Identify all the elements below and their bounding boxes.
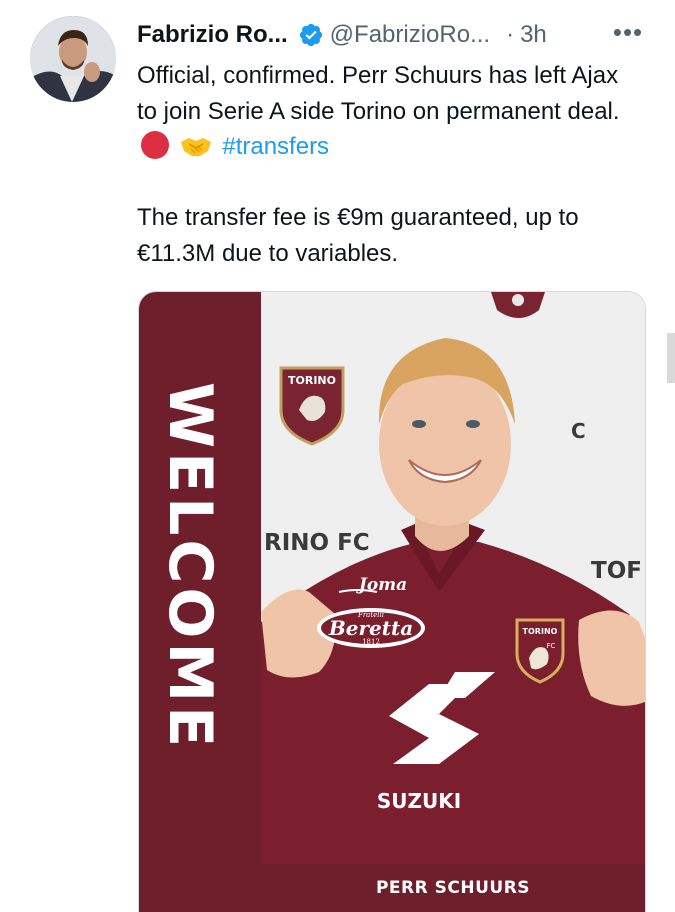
hashtag-link[interactable]: #transfers bbox=[222, 133, 329, 160]
author-name[interactable]: Fabrizio Ro... bbox=[137, 21, 288, 49]
crest-shirt-fc: FC bbox=[547, 642, 556, 650]
tweet-paragraph-2: The transfer fee is €9m guaranteed, up t… bbox=[137, 204, 579, 267]
welcome-text: WELCOME bbox=[155, 382, 225, 752]
sponsor-small-bottom: 1812 bbox=[362, 638, 380, 646]
background-wall-text-4: C bbox=[571, 419, 586, 443]
tweet-text: Official, confirmed. Perr Schuurs has le… bbox=[137, 58, 642, 271]
tweet-header: Fabrizio Ro... @FabrizioRo... · 3h bbox=[137, 18, 647, 52]
background-wall-text-1: RINO FC bbox=[264, 530, 370, 556]
player-name-caption: PERR SCHUURS bbox=[375, 878, 531, 898]
tweet-timestamp[interactable]: 3h bbox=[520, 21, 547, 49]
crest-shirt-text: TORINO bbox=[523, 627, 558, 636]
background-wall-text-2: TOF bbox=[591, 558, 642, 584]
shirt-sponsor-beretta: Fratelli Beretta 1812 bbox=[317, 608, 425, 648]
avatar-image bbox=[30, 16, 116, 102]
tweet-paragraph-1: Official, confirmed. Perr Schuurs has le… bbox=[137, 58, 642, 165]
crest-wall-text: TORINO bbox=[288, 374, 336, 387]
more-options-icon[interactable]: ••• bbox=[611, 18, 645, 52]
shirt-brand-joma: Joma bbox=[356, 575, 407, 595]
sponsor-name: Beretta bbox=[328, 616, 413, 640]
verified-badge-icon bbox=[299, 23, 322, 47]
red-circle-emoji bbox=[141, 131, 169, 159]
scrollbar-thumb[interactable] bbox=[667, 333, 675, 383]
author-handle[interactable]: @FabrizioRo... bbox=[330, 21, 490, 49]
tweet-media-image[interactable]: TORINO RINO FC TOF T C D Joma bbox=[138, 291, 646, 912]
tweet-paragraph-1-text: Official, confirmed. Perr Schuurs has le… bbox=[137, 62, 620, 125]
torino-crest-wall: TORINO bbox=[279, 366, 345, 446]
tweet: Fabrizio Ro... @FabrizioRo... · 3h ••• O… bbox=[0, 0, 675, 912]
shirt-sponsor-suzuki: SUZUKI bbox=[377, 789, 461, 813]
separator-dot: · bbox=[506, 21, 515, 48]
avatar[interactable] bbox=[30, 16, 116, 102]
torino-crest-shirt: TORINO FC bbox=[515, 618, 565, 684]
handshake-emoji bbox=[180, 138, 211, 156]
